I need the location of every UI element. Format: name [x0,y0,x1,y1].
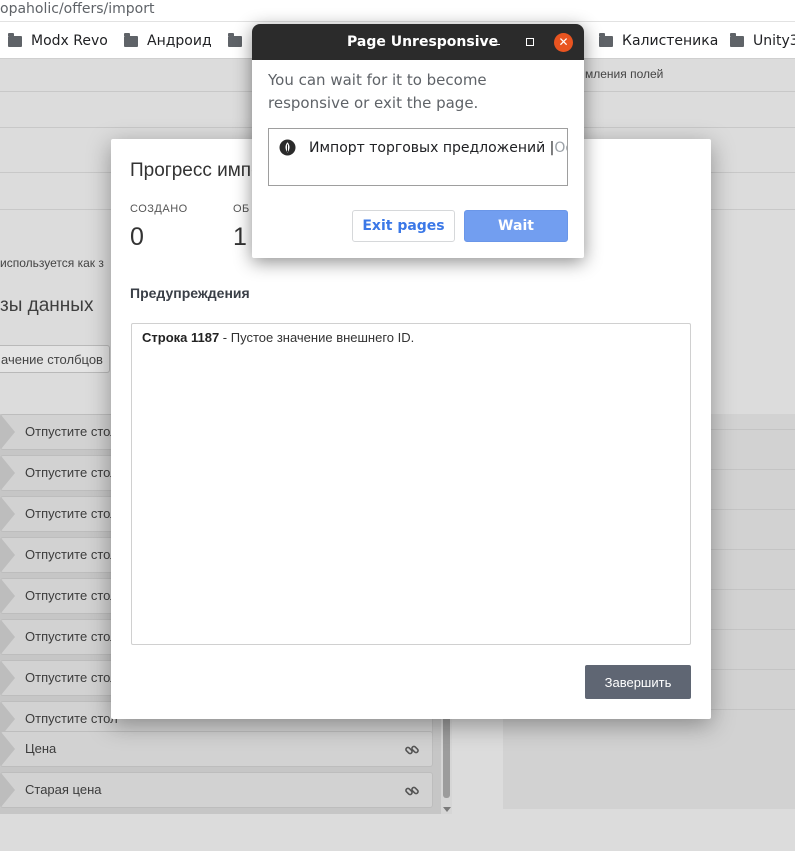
arrow-icon [1,773,15,807]
exit-pages-button[interactable]: Exit pages [352,210,455,242]
section-heading: зы данных [0,295,94,316]
modal-title: Прогресс импо [130,160,262,181]
arrow-icon [1,538,15,572]
scroll-down-arrow-icon[interactable] [443,807,451,812]
dialog-titlebar[interactable]: Page Unresponsive ✕ [252,24,584,60]
updated-label: ОБ [233,203,250,215]
bookmark-unity3[interactable]: Unity3 [730,31,795,51]
divider [710,709,795,710]
updated-value: 1 [233,223,247,251]
created-value: 0 [130,223,144,251]
warnings-list[interactable]: Строка 1187 - Пустое значение внешнего I… [131,323,691,645]
page-unresponsive-dialog: Page Unresponsive ✕ You can wait for it … [252,24,584,258]
page-title-faded: Оо [554,139,567,156]
address-bar[interactable]: opaholic/offers/import [0,0,795,22]
bookmark-calisthenics[interactable]: Калистеника [599,31,718,51]
arrow-icon [1,620,15,654]
folder-icon [730,32,744,47]
link-icon[interactable] [404,742,420,758]
divider [710,509,795,510]
divider [710,669,795,670]
arrow-icon [1,497,15,531]
bookmark-hidden[interactable] [228,31,251,51]
divider [710,629,795,630]
dialog-title: Page Unresponsive [347,34,499,50]
old-price-row[interactable]: Старая цена [0,772,433,808]
folder-icon [124,32,138,47]
bookmark-modx-revo[interactable]: Modx Revo [8,31,108,51]
field-mapping-hint: мления полей [585,67,664,81]
warning-item: Строка 1187 - Пустое значение внешнего I… [142,330,415,345]
column-mapping-button[interactable]: ачение столбцов [0,345,110,373]
arrow-icon [1,579,15,613]
page-title-text: Импорт торговых предложений | [309,139,555,156]
divider [710,549,795,550]
site-favicon-icon [279,139,296,156]
divider [710,429,795,430]
unresponsive-page-item: Импорт торговых предложений | Оо [279,139,567,156]
divider [710,469,795,470]
divider [710,589,795,590]
price-row[interactable]: Цена [0,731,433,767]
maximize-icon[interactable] [526,38,534,46]
description-text: используется как з [0,256,104,270]
created-label: СОЗДАНО [130,203,188,215]
dialog-message: You can wait for it to become responsive… [268,71,487,112]
folder-icon [599,32,613,47]
minimize-icon[interactable] [492,44,500,45]
folder-icon [8,32,22,47]
warnings-title: Предупреждения [130,285,250,301]
bookmark-android[interactable]: Андроид [124,31,212,51]
finish-button[interactable]: Завершить [585,665,691,699]
wait-button[interactable]: Wait [464,210,568,242]
arrow-icon [1,661,15,695]
close-icon[interactable]: ✕ [554,33,573,52]
arrow-icon [1,415,15,449]
arrow-icon [1,732,15,766]
folder-icon [228,32,242,47]
url-text: opaholic/offers/import [0,1,155,17]
unresponsive-pages-list: Импорт торговых предложений | Оо [268,128,568,186]
link-icon[interactable] [404,783,420,799]
arrow-icon [1,456,15,490]
